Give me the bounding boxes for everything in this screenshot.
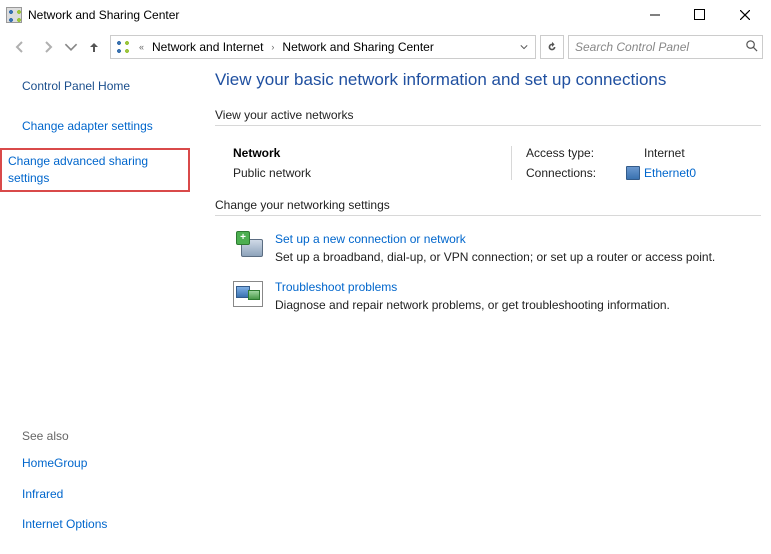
setup-connection-icon — [233, 233, 263, 259]
setup-connection-desc: Set up a broadband, dial-up, or VPN conn… — [275, 250, 715, 264]
see-also-header: See also — [22, 429, 197, 443]
access-type-value: Internet — [644, 146, 696, 160]
page-heading: View your basic network information and … — [215, 70, 761, 90]
content-area: Control Panel Home Change adapter settin… — [0, 64, 771, 554]
forward-button[interactable] — [36, 35, 60, 59]
control-panel-home-link[interactable]: Control Panel Home — [22, 78, 197, 94]
search-input[interactable] — [573, 39, 745, 55]
back-button[interactable] — [8, 35, 32, 59]
window-buttons — [632, 1, 767, 29]
main-panel: View your basic network information and … — [205, 64, 771, 554]
chevron-left-icon: « — [139, 42, 144, 52]
troubleshoot-link[interactable]: Troubleshoot problems — [275, 280, 397, 294]
breadcrumb-network-and-internet[interactable]: Network and Internet — [152, 40, 263, 54]
change-advanced-sharing-link[interactable]: Change advanced sharing settings — [8, 153, 182, 185]
change-settings-header: Change your networking settings — [215, 198, 761, 216]
highlighted-advanced-sharing: Change advanced sharing settings — [0, 148, 190, 191]
ethernet-connection-link[interactable]: Ethernet0 — [644, 166, 696, 180]
title-bar: Network and Sharing Center — [0, 0, 771, 30]
search-icon[interactable] — [745, 39, 758, 55]
sidebar: Control Panel Home Change adapter settin… — [0, 64, 205, 554]
homegroup-link[interactable]: HomeGroup — [22, 455, 197, 471]
change-adapter-settings-link[interactable]: Change adapter settings — [22, 118, 197, 134]
infrared-link[interactable]: Infrared — [22, 486, 197, 502]
refresh-button[interactable] — [540, 35, 564, 59]
network-type: Public network — [233, 166, 511, 180]
search-box[interactable] — [568, 35, 763, 59]
access-type-label: Access type: — [526, 146, 626, 160]
window-title: Network and Sharing Center — [28, 8, 632, 22]
minimize-button[interactable] — [632, 1, 677, 29]
network-properties: Access type: Internet Connections: Ether… — [511, 146, 696, 180]
see-also-section: See also HomeGroup Infrared Internet Opt… — [22, 429, 197, 546]
connections-label: Connections: — [526, 166, 626, 180]
network-identity: Network Public network — [233, 146, 511, 180]
app-icon — [6, 7, 22, 23]
breadcrumb-network-sharing-center[interactable]: Network and Sharing Center — [282, 40, 433, 54]
troubleshoot-desc: Diagnose and repair network problems, or… — [275, 298, 670, 312]
chevron-right-icon[interactable]: › — [271, 42, 274, 52]
active-networks-header: View your active networks — [215, 108, 761, 126]
recent-locations-dropdown[interactable] — [64, 35, 78, 59]
network-name: Network — [233, 146, 511, 160]
setup-connection-item: Set up a new connection or network Set u… — [215, 224, 761, 272]
location-icon — [115, 39, 131, 55]
internet-options-link[interactable]: Internet Options — [22, 516, 197, 532]
address-dropdown[interactable] — [515, 36, 533, 58]
nav-bar: « Network and Internet › Network and Sha… — [0, 30, 771, 64]
troubleshoot-icon — [233, 281, 263, 307]
up-button[interactable] — [82, 35, 106, 59]
setup-connection-link[interactable]: Set up a new connection or network — [275, 232, 466, 246]
active-network-row: Network Public network Access type: Inte… — [215, 134, 761, 198]
maximize-button[interactable] — [677, 1, 722, 29]
address-bar[interactable]: « Network and Internet › Network and Sha… — [110, 35, 536, 59]
troubleshoot-item: Troubleshoot problems Diagnose and repai… — [215, 272, 761, 320]
ethernet-icon — [626, 166, 640, 180]
close-button[interactable] — [722, 1, 767, 29]
